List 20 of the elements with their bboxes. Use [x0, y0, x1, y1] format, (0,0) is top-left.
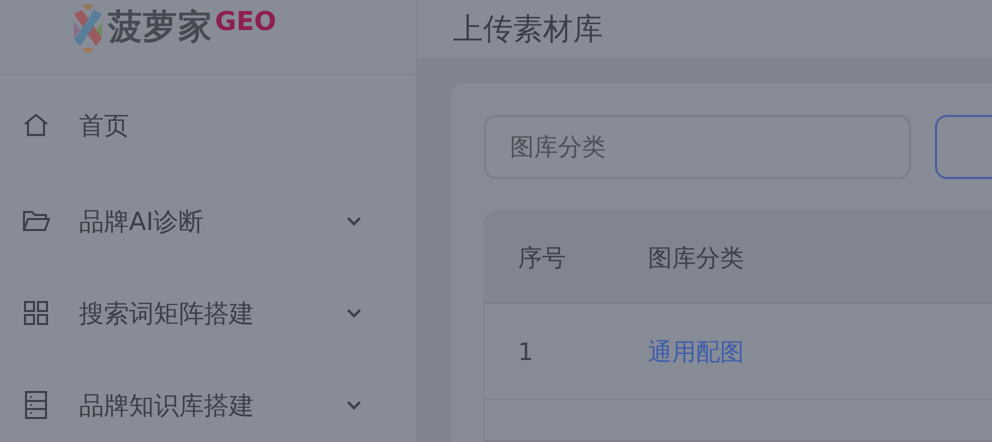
- search-field[interactable]: 图库分类: [484, 115, 911, 179]
- column-header: 图库分类: [648, 242, 744, 274]
- logo-text: 菠萝家: [108, 6, 213, 49]
- chevron-down-icon: [346, 216, 362, 226]
- chevron-down-icon: [346, 308, 362, 318]
- page-title: 上传素材库: [453, 10, 603, 48]
- column-header: 序号: [517, 242, 567, 274]
- chevron-down-icon: [346, 400, 362, 410]
- folder-icon: [22, 210, 50, 232]
- menu-item[interactable]: 首页: [0, 75, 416, 175]
- table-cell-text: 1: [517, 338, 534, 366]
- menu-item[interactable]: 品牌AI诊断: [0, 175, 416, 267]
- home-icon: [22, 112, 50, 138]
- category-link[interactable]: 通用配图: [648, 336, 744, 368]
- server-icon: [22, 391, 50, 419]
- menu-item[interactable]: 搜索词矩阵搭建: [0, 267, 416, 359]
- outline-button[interactable]: [934, 115, 992, 179]
- grid-icon: [22, 301, 50, 325]
- menu-item[interactable]: 品牌知识库搭建: [0, 359, 416, 442]
- logo-suffix-text: GEO: [215, 6, 276, 39]
